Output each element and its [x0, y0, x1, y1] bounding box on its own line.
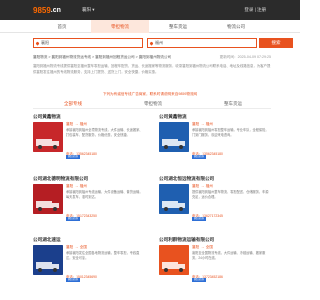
- location-pin-icon: [35, 40, 40, 46]
- status-badge: 诚信商家: [66, 155, 80, 159]
- listing-tabs: 全部专线 零担物流 整车货运: [33, 99, 271, 109]
- company-thumbnail[interactable]: [159, 245, 189, 275]
- route-from: 襄阳: [66, 184, 74, 188]
- thumbnail-graphic: [159, 245, 189, 275]
- company-thumbnail[interactable]: [159, 184, 189, 214]
- route-to: 福州: [79, 184, 87, 188]
- intro-text: 襄阳到福州物流专线提供襄阳至福州整车零担运输、回程车配货、货运、长途搬家等物流服…: [33, 64, 271, 74]
- from-city-value: 襄阳: [41, 40, 49, 45]
- nav-item-home[interactable]: 首页: [33, 20, 91, 33]
- company-thumbnail[interactable]: [33, 122, 63, 152]
- route-from: 襄阳: [66, 245, 74, 249]
- route-from: 襄阳: [192, 122, 200, 126]
- route-line: 襄阳 → 全国: [66, 245, 87, 250]
- notice-text: 下列为有诚信专线广告商家，联系时请说明来自9859物流网: [102, 92, 198, 96]
- listing-card[interactable]: 公司湖北德明物流有限公司 襄阳 → 福州 承接襄阳到福州专线运输，大件设备运输、普货…: [33, 176, 145, 236]
- company-thumbnail[interactable]: [33, 245, 63, 275]
- company-description: 承接襄阳到福州零担整车运输，专业车队，全程保险，门到门服务，欢迎来电咨询。: [192, 128, 269, 137]
- route-from: 襄阳: [66, 122, 74, 126]
- company-description: 承接襄阳发往全国各地物流运输，整车零担，专线直达，安全可靠。: [66, 251, 140, 260]
- route-line: 襄阳 → 全国: [192, 245, 213, 250]
- thumbnail-graphic: [159, 184, 189, 214]
- tab-all-routes[interactable]: 全部专线: [33, 99, 113, 109]
- arrow-right-icon: →: [74, 245, 79, 249]
- company-name[interactable]: 公司湖北德明物流有限公司: [33, 176, 88, 182]
- top-bar: 9859 .cn 襄阳 ▾ 登录 | 注册: [0, 0, 300, 20]
- from-city-field[interactable]: 襄阳: [33, 38, 143, 48]
- arrow-right-icon: →: [200, 122, 205, 126]
- thumbnail-graphic: [33, 245, 63, 275]
- company-name[interactable]: 公司黄鑫物流: [33, 114, 61, 120]
- route-line: 襄阳 → 福州: [192, 122, 213, 127]
- logo-suffix: .cn: [50, 6, 61, 14]
- company-description: 襄阳至全国物流专线，大件运输、冷链运输、搬家服务，24小时在线。: [192, 251, 266, 260]
- to-city-field[interactable]: 福州: [147, 38, 257, 48]
- location-pin-icon: [149, 40, 154, 46]
- status-badge: 诚信商家: [66, 278, 80, 282]
- thumbnail-graphic: [33, 184, 63, 214]
- route-to: 福州: [79, 122, 87, 126]
- company-thumbnail[interactable]: [33, 184, 63, 214]
- route-search: 襄阳 福州 搜索: [33, 38, 293, 48]
- listing-card[interactable]: 公司湖北恒远物流有限公司 襄阳 → 福州 提供襄阳到福州整车物流、零担配送、仓储服务…: [159, 176, 271, 236]
- route-from: 襄阳: [192, 245, 200, 249]
- route-line: 襄阳 → 福州: [192, 184, 213, 189]
- arrow-right-icon: →: [200, 245, 205, 249]
- arrow-right-icon: →: [74, 122, 79, 126]
- route-to: 全国: [79, 245, 87, 249]
- main-nav: 首页 零担物流 整车货运 物流公司: [0, 20, 300, 33]
- route-to: 福州: [205, 184, 213, 188]
- to-city-value: 福州: [155, 40, 163, 45]
- status-badge: 诚信商家: [66, 217, 80, 221]
- status-badge: 诚信商家: [192, 278, 206, 282]
- company-description: 提供襄阳到福州整车物流、零担配送、仓储服务，车源充足，运价合理。: [192, 190, 269, 199]
- company-description: 承接襄阳到福州专线运输，大件设备运输、普货运输，每天发车，准时到达。: [66, 190, 143, 199]
- company-name[interactable]: 公司湖北恒远物流有限公司: [159, 176, 214, 182]
- status-badge: 诚信商家: [192, 155, 206, 159]
- route-line: 襄阳 → 福州: [66, 184, 87, 189]
- nav-item-ftl[interactable]: 整车货运: [149, 20, 207, 33]
- tab-ftl[interactable]: 整车货运: [193, 99, 273, 109]
- nav-item-companies[interactable]: 物流公司: [207, 20, 265, 33]
- breadcrumb: 襄阳物流 > 襄阳到福州物流货运专线 > 襄阳到福州回程货运公司 > 襄阳到福州…: [33, 55, 271, 63]
- route-from: 襄阳: [192, 184, 200, 188]
- listing-card[interactable]: 公司利群物流运输有限公司 襄阳 → 全国 襄阳至全国物流专线，大件运输、冷链运输、搬…: [159, 237, 271, 297]
- company-name[interactable]: 公司黄鑫物流: [159, 114, 187, 120]
- company-name[interactable]: 公司湖北速运: [33, 237, 61, 243]
- update-time: 更新时间：2025-04-09 07:29:25: [219, 55, 271, 59]
- route-to: 全国: [205, 245, 213, 249]
- status-badge: 诚信商家: [192, 217, 206, 221]
- arrow-right-icon: →: [200, 184, 205, 188]
- arrow-right-icon: →: [74, 184, 79, 188]
- listing-card[interactable]: 公司黄鑫物流 襄阳 → 福州 承接襄阳到福州零担整车运输，专业车队，全程保险，门到门…: [159, 114, 271, 174]
- company-thumbnail[interactable]: [159, 122, 189, 152]
- tab-ltl[interactable]: 零担物流: [113, 99, 193, 109]
- city-selector[interactable]: 襄阳 ▾: [82, 7, 95, 13]
- breadcrumb-path[interactable]: 襄阳物流 > 襄阳到福州物流货运专线 > 襄阳到福州回程货运公司 > 襄阳到福州…: [33, 55, 171, 59]
- thumbnail-graphic: [159, 122, 189, 152]
- nav-item-ltl[interactable]: 零担物流: [91, 20, 149, 33]
- route-line: 襄阳 → 福州: [66, 122, 87, 127]
- site-logo[interactable]: 9859 .cn: [33, 5, 61, 15]
- route-to: 福州: [205, 122, 213, 126]
- listing-card[interactable]: 公司黄鑫物流 襄阳 → 福州 承接襄阳到福州全境物流专线，大件运输、长途搬家、打包装…: [33, 114, 145, 174]
- listing-card[interactable]: 公司湖北速运 襄阳 → 全国 承接襄阳发往全国各地物流运输，整车零担，专线直达，安全…: [33, 237, 145, 297]
- logo-text: 9859: [33, 5, 51, 15]
- search-button[interactable]: 搜索: [259, 38, 293, 48]
- thumbnail-graphic: [33, 122, 63, 152]
- company-name[interactable]: 公司利群物流运输有限公司: [159, 237, 214, 243]
- company-description: 承接襄阳到福州全境物流专线，大件运输、长途搬家、打包装车、配货服务，价格优惠，安…: [66, 128, 143, 137]
- login-register-link[interactable]: 登录 | 注册: [244, 7, 266, 13]
